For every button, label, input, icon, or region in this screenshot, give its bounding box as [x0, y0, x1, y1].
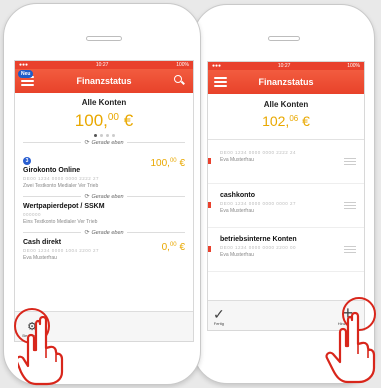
- menu-icon[interactable]: [214, 77, 227, 89]
- status-bar: ●●● 10:27 100%: [15, 61, 193, 69]
- account-name: Wertpapierdepot / SSKM: [23, 203, 105, 210]
- drag-handle-icon[interactable]: [344, 202, 356, 211]
- account-holder: Zwei Testkonto Medialer Ver Trieb: [23, 183, 99, 189]
- account-row[interactable]: betriebsinterne Konten DE00 1234 0000 00…: [208, 228, 364, 272]
- sync-status: ⟳ Gerade eben: [15, 193, 193, 200]
- pointing-hand-icon: [18, 316, 64, 386]
- account-iban: DE00 1234 0000 0000 0000 27: [220, 201, 297, 206]
- account-holder: Eva Musterfrau: [220, 157, 254, 163]
- account-iban: DE00 1234 0000 0000 2222 24: [220, 150, 297, 155]
- search-icon[interactable]: [174, 75, 185, 86]
- speaker-grille: [86, 36, 122, 41]
- summary-title: Alle Konten: [263, 100, 309, 109]
- account-iban: DE00 1234 0000 0000 2200 00: [220, 245, 297, 250]
- account-iban: DE00 1234 0000 0000 2222 27: [23, 176, 100, 181]
- notification-badge: 3: [23, 157, 31, 165]
- account-balance: 100,00 €: [150, 158, 186, 169]
- refresh-icon: ⟳: [84, 194, 90, 200]
- account-row[interactable]: 3 Girokonto Online DE00 1234 0000 0000 2…: [15, 146, 193, 191]
- account-row[interactable]: Cash direkt DE00 1234 0000 1004 2200 27 …: [15, 236, 193, 263]
- signal-icon: ●●●: [212, 63, 222, 69]
- account-row[interactable]: cashkonto DE00 1234 0000 0000 0000 27 Ev…: [208, 184, 364, 228]
- account-row[interactable]: Wertpapierdepot / SSKM 000000 Eins Testk…: [15, 200, 193, 227]
- status-time: 10:27: [277, 63, 291, 69]
- checkmark-icon: ✓: [213, 306, 225, 322]
- account-row[interactable]: DE00 1234 0000 0000 2222 24 Eva Musterfr…: [208, 140, 364, 184]
- nav-bar: Neu Finanzstatus: [15, 69, 193, 93]
- total-amount: 100,00 €: [74, 111, 134, 130]
- page-title: Finanzstatus: [258, 77, 314, 87]
- account-holder: Eva Musterfrau: [220, 208, 254, 214]
- account-name: betriebsinterne Konten: [220, 236, 297, 243]
- sync-status: ⟳ Gerade eben: [15, 229, 193, 236]
- page-indicator[interactable]: [15, 134, 193, 137]
- account-balance: 0,00 €: [161, 242, 185, 253]
- account-holder: Eins Testkonto Medialer Ver Trieb: [23, 219, 98, 225]
- delete-marker[interactable]: [208, 202, 211, 208]
- account-holder: Eva Musterfrau: [220, 252, 254, 258]
- front-screen: ●●● 10:27 100% Neu Finanzstatus Alle Kon…: [14, 60, 194, 342]
- page-title: Finanzstatus: [76, 76, 132, 86]
- drag-handle-icon[interactable]: [344, 158, 356, 167]
- account-holder: Eva Musterfrau: [23, 255, 57, 261]
- account-name: cashkonto: [220, 192, 256, 199]
- back-phone: ●●● 10:27 100% Finanzstatus Alle Konten …: [193, 4, 376, 384]
- account-iban: 000000: [23, 212, 42, 217]
- back-screen: ●●● 10:27 100% Finanzstatus Alle Konten …: [207, 61, 365, 331]
- sync-status: ⟳ Gerade eben: [15, 139, 193, 146]
- total-amount: 102,06 €: [262, 113, 310, 129]
- total-summary: Alle Konten 102,06 €: [208, 94, 364, 129]
- done-label: Fertig: [213, 321, 224, 326]
- status-battery: 100%: [176, 62, 189, 68]
- refresh-icon: ⟳: [84, 140, 90, 146]
- front-phone: ●●● 10:27 100% Neu Finanzstatus Alle Kon…: [3, 3, 201, 386]
- status-battery: 100%: [347, 63, 360, 69]
- new-badge: Neu: [18, 70, 34, 78]
- nav-bar: Finanzstatus: [208, 70, 364, 94]
- delete-marker[interactable]: [208, 158, 211, 164]
- pointing-hand-icon: [325, 311, 376, 384]
- total-summary: Alle Konten 100,00 €: [15, 93, 193, 131]
- status-time: 10:27: [95, 62, 109, 68]
- drag-handle-icon[interactable]: [344, 246, 356, 255]
- delete-marker[interactable]: [208, 246, 211, 252]
- status-bar: ●●● 10:27 100%: [208, 62, 364, 70]
- done-button[interactable]: ✓ Fertig: [213, 307, 225, 326]
- summary-title: Alle Konten: [81, 98, 127, 107]
- speaker-grille: [268, 36, 300, 41]
- signal-icon: ●●●: [19, 62, 29, 68]
- refresh-icon: ⟳: [84, 230, 90, 236]
